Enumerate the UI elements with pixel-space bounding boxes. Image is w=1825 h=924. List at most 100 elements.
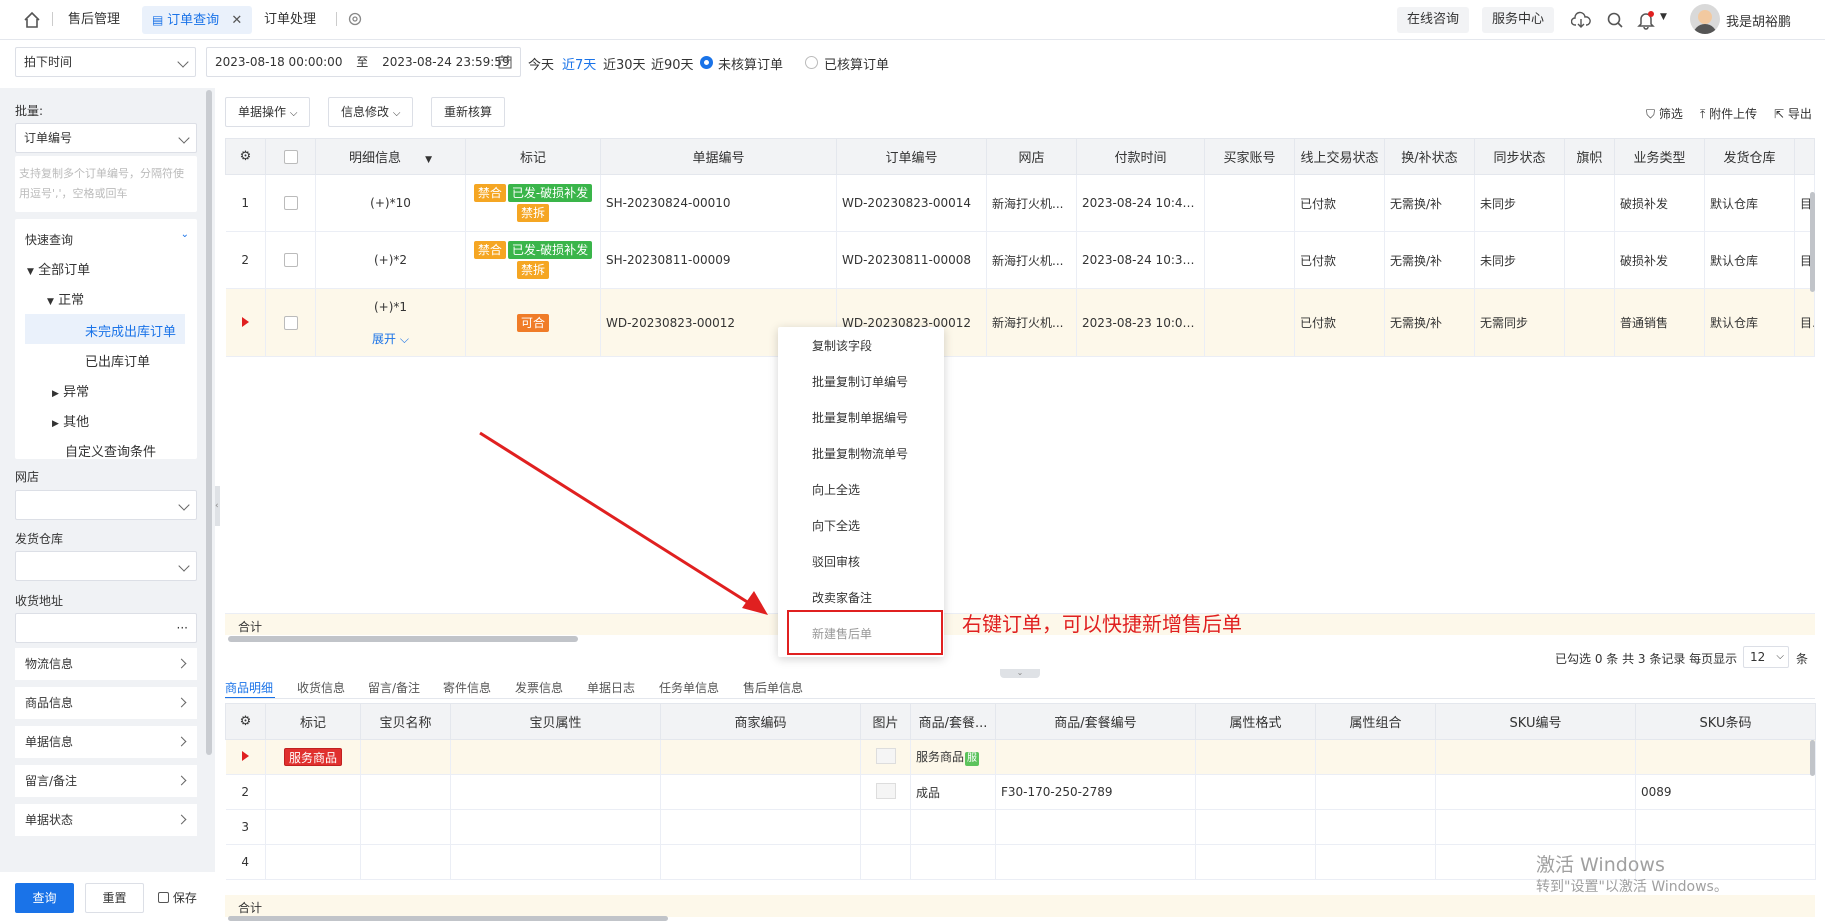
- tab-order-process[interactable]: 订单处理: [264, 6, 316, 34]
- tab-receiver[interactable]: 收货信息: [297, 679, 345, 696]
- col-trade-status: 线上交易状态: [1294, 138, 1385, 175]
- row-order-no[interactable]: WD-20230811-00008: [836, 231, 987, 289]
- table-row-selected[interactable]: (+)*1 展开 ⌵ 可合 WD-20230823-00012 WD-202308…: [225, 288, 1815, 357]
- doc-op-dropdown[interactable]: 单据操作 ⌵: [225, 97, 311, 127]
- tree-abnormal[interactable]: ▶ 异常: [52, 381, 89, 400]
- table-header-row: ⚙ 明细信息 ▼ 标记 单据编号 订单编号 网店 付款时间 买家账号 线上交易状…: [225, 138, 1815, 175]
- more-icon[interactable]: ···: [177, 614, 188, 642]
- chevron-up-icon[interactable]: ⌄: [181, 229, 189, 240]
- detail-column-settings[interactable]: ⚙: [225, 703, 266, 740]
- row-order-no[interactable]: WD-20230823-00014: [836, 174, 987, 232]
- quick-90days[interactable]: 近90天: [651, 54, 694, 73]
- quick-today[interactable]: 今天: [528, 54, 554, 73]
- service-center-button[interactable]: 服务中心: [1482, 7, 1555, 33]
- address-input[interactable]: ···: [15, 613, 197, 643]
- tab-invoice[interactable]: 发票信息: [515, 679, 563, 696]
- menu-select-all-down[interactable]: 向下全选: [812, 517, 860, 534]
- section-product[interactable]: 商品信息: [15, 687, 197, 719]
- row-doc-no[interactable]: SH-20230811-00009: [600, 231, 837, 289]
- gear-icon[interactable]: ⚙: [240, 149, 252, 164]
- menu-batch-copy-tracking-no[interactable]: 批量复制物流单号: [812, 445, 908, 462]
- sidebar-scrollbar[interactable]: [206, 90, 212, 755]
- caret-down-icon[interactable]: ▼: [425, 155, 432, 165]
- row-detail[interactable]: (+)*1 展开 ⌵: [315, 288, 466, 357]
- export-button[interactable]: ⇱ 导出: [1774, 105, 1812, 122]
- quick-7days[interactable]: 近7天: [562, 54, 596, 73]
- tree-incomplete-outbound[interactable]: 未完成出库订单: [85, 321, 176, 340]
- menu-reject-review[interactable]: 驳回审核: [812, 553, 860, 570]
- tab-after-sales[interactable]: 售后管理: [68, 6, 120, 34]
- collapse-detail-handle[interactable]: ⌄: [1000, 669, 1040, 678]
- cloud-download-icon[interactable]: [1571, 11, 1591, 29]
- home-icon[interactable]: [22, 10, 42, 30]
- reset-button[interactable]: 重置: [85, 883, 144, 913]
- expand-link[interactable]: 展开 ⌵: [321, 323, 460, 355]
- user-name[interactable]: 我是胡裕鹏: [1726, 11, 1791, 30]
- detail-row[interactable]: 服务商品 服务商品服: [225, 739, 1816, 775]
- gear-icon[interactable]: [347, 11, 363, 27]
- select-all-checkbox[interactable]: [265, 138, 316, 175]
- section-logistics[interactable]: 物流信息: [15, 648, 197, 680]
- info-edit-dropdown[interactable]: 信息修改 ⌵: [328, 97, 414, 127]
- menu-copy-field[interactable]: 复制该字段: [812, 337, 872, 354]
- menu-edit-seller-note[interactable]: 改卖家备注: [812, 589, 872, 606]
- orders-v-scrollbar[interactable]: [1810, 192, 1815, 292]
- avatar[interactable]: [1690, 4, 1720, 34]
- radio-accounted[interactable]: [805, 56, 818, 69]
- detail-row[interactable]: 3: [225, 809, 1816, 845]
- batch-input[interactable]: 支持复制多个订单编号，分隔符使用逗号','，空格或回车: [15, 156, 197, 212]
- query-button[interactable]: 查询: [15, 883, 74, 913]
- section-doc-status[interactable]: 单据状态: [15, 804, 197, 836]
- radio-unaccounted[interactable]: [700, 56, 713, 69]
- tab-product-detail[interactable]: 商品明细: [225, 679, 273, 696]
- detail-v-scrollbar[interactable]: [1810, 740, 1815, 776]
- menu-batch-copy-doc-no[interactable]: 批量复制单据编号: [812, 409, 908, 426]
- table-row[interactable]: 2 (+)*2 禁合 已发-破损补发 禁拆 SH-20230811-00009 WD…: [225, 231, 1815, 289]
- tag-no-split: 禁拆: [516, 261, 549, 279]
- bell-icon[interactable]: [1637, 10, 1655, 30]
- column-settings[interactable]: ⚙: [225, 138, 266, 175]
- tab-order-query[interactable]: ▤ 订单查询 ✕: [142, 6, 253, 34]
- tree-shipped[interactable]: 已出库订单: [85, 351, 150, 370]
- tree-all-orders[interactable]: ▼ 全部订单: [27, 259, 90, 278]
- quick-30days[interactable]: 近30天: [603, 54, 646, 73]
- close-icon[interactable]: ✕: [231, 13, 242, 28]
- tab-after-sales-info[interactable]: 售后单信息: [743, 679, 803, 696]
- batch-type-select[interactable]: 订单编号: [15, 123, 197, 153]
- tree-custom-query[interactable]: 自定义查询条件: [65, 441, 156, 460]
- orders-h-scrollbar[interactable]: [228, 636, 578, 642]
- menu-select-all-up[interactable]: 向上全选: [812, 481, 860, 498]
- section-remarks[interactable]: 留言/备注: [15, 765, 197, 797]
- date-range-picker[interactable]: 2023-08-18 00:00:00 至 2023-08-24 23:59:5…: [206, 47, 521, 77]
- gear-icon[interactable]: ⚙: [240, 714, 252, 729]
- row-checkbox[interactable]: [265, 288, 316, 357]
- chevron-down-icon[interactable]: ▼: [1660, 12, 1667, 22]
- row-detail[interactable]: (+)*10: [315, 174, 466, 232]
- row-checkbox[interactable]: [265, 231, 316, 289]
- time-type-select[interactable]: 拍下时间: [15, 47, 196, 77]
- row-detail[interactable]: (+)*2: [315, 231, 466, 289]
- col-detail[interactable]: 明细信息 ▼: [315, 138, 466, 175]
- tab-task[interactable]: 任务单信息: [659, 679, 719, 696]
- tree-normal[interactable]: ▼ 正常: [47, 289, 84, 308]
- tab-doc-log[interactable]: 单据日志: [587, 679, 635, 696]
- warehouse-select[interactable]: [15, 551, 197, 581]
- tree-other[interactable]: ▶ 其他: [52, 411, 89, 430]
- row-checkbox[interactable]: [265, 174, 316, 232]
- detail-h-scrollbar[interactable]: [228, 916, 668, 921]
- section-document[interactable]: 单据信息: [15, 726, 197, 758]
- row-doc-no[interactable]: SH-20230824-00010: [600, 174, 837, 232]
- table-row[interactable]: 1 (+)*10 禁合 已发-破损补发 禁拆 SH-20230824-00010 W…: [225, 174, 1815, 232]
- upload-button[interactable]: ⤒ 附件上传: [1700, 105, 1757, 122]
- tab-shipping[interactable]: 寄件信息: [443, 679, 491, 696]
- page-size-select[interactable]: 12 ⌵: [1743, 646, 1789, 668]
- shop-select[interactable]: [15, 490, 197, 520]
- save-button[interactable]: 保存: [158, 889, 197, 906]
- detail-row[interactable]: 2 成品 F30-170-250-2789 0089: [225, 774, 1816, 810]
- menu-batch-copy-order-no[interactable]: 批量复制订单编号: [812, 373, 908, 390]
- tab-remarks[interactable]: 留言/备注: [368, 679, 420, 696]
- filter-button[interactable]: ⛉ 筛选: [1646, 105, 1683, 122]
- search-icon[interactable]: [1606, 11, 1624, 29]
- online-consult-button[interactable]: 在线咨询: [1397, 7, 1470, 33]
- recalc-button[interactable]: 重新核算: [431, 97, 506, 127]
